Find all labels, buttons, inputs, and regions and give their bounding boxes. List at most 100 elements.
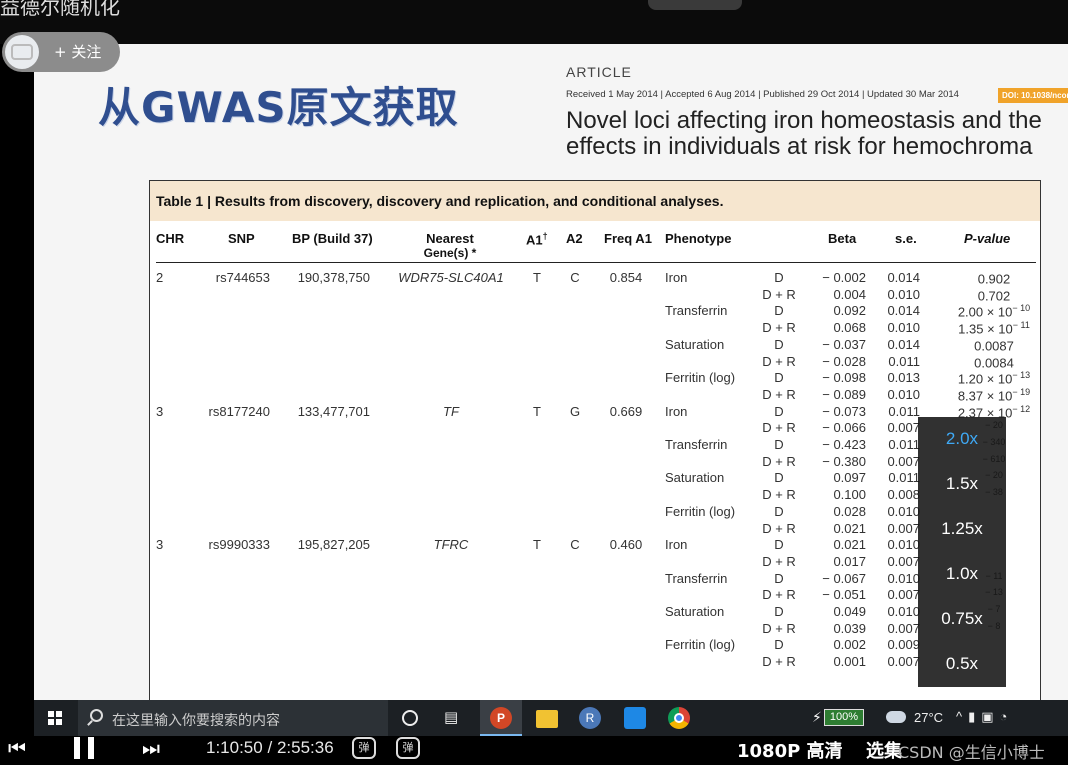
cell-phenotype: Saturation	[665, 470, 725, 486]
episode-selector[interactable]: 选集	[866, 737, 902, 763]
pvalue-mantissa: 0.0087	[974, 338, 1014, 354]
pvalue-mantissa: 0.0084	[974, 354, 1014, 370]
pvalue-exponent: − 12	[1012, 403, 1031, 414]
file-explorer-icon[interactable]	[536, 710, 558, 728]
header-snp: SNP	[228, 231, 255, 246]
pvalue-mantissa: 2.00 × 10	[957, 304, 1013, 320]
photos-icon[interactable]	[624, 707, 646, 729]
cell-chr: 3	[156, 403, 164, 419]
next-episode-icon[interactable]: ⏭	[142, 738, 160, 761]
cell-a2: C	[570, 270, 580, 285]
slide: 从GWAS原文获取 ARTICLE Received 1 May 2014 | …	[34, 44, 1068, 700]
system-tray-icons[interactable]: ^▮▣◔	[956, 709, 1013, 725]
cell-beta: 0.017	[833, 553, 866, 569]
search-placeholder: 在这里输入你要搜索的内容	[112, 713, 280, 729]
article-dates: Received 1 May 2014 | Accepted 6 Aug 201…	[566, 89, 959, 100]
cell-beta: 0.097	[833, 470, 866, 486]
cell-beta: 0.002	[833, 637, 866, 653]
cell-beta: − 0.380	[822, 453, 866, 469]
header-pvalue: P-value	[964, 231, 1011, 246]
speed-option[interactable]: 0.75x	[918, 609, 1006, 629]
temperature[interactable]: 27°C	[914, 710, 943, 725]
uploader-pill[interactable]: + 关注	[2, 32, 120, 72]
header-gene: Nearest Gene(s) *	[400, 231, 500, 260]
cell-phenotype: Transferrin	[665, 303, 728, 319]
danmaku-toggle-icon[interactable]: 弹	[352, 737, 376, 759]
header-beta: Beta	[828, 231, 857, 246]
cell-se: 0.007	[887, 620, 920, 636]
cell-se: 0.007	[887, 520, 920, 536]
cell-se: 0.014	[887, 303, 920, 319]
cell-beta: − 0.028	[822, 353, 866, 369]
doi-badge: DOI: 10.1038/ncomms	[998, 88, 1068, 103]
follow-button[interactable]: + 关注	[54, 41, 101, 62]
cortana-icon[interactable]	[402, 710, 418, 726]
article-title-line: Novel loci affecting iron homeostasis an…	[566, 107, 1042, 134]
cell-bp: 195,827,205	[297, 537, 370, 553]
cell-beta: − 0.051	[822, 587, 866, 603]
time-separator: /	[267, 738, 273, 757]
cell-se: 0.010	[887, 503, 920, 519]
speed-option[interactable]: 1.5x	[918, 474, 1006, 494]
cell-se: 0.007	[887, 420, 920, 436]
r-app-icon[interactable]: R	[579, 707, 601, 729]
pvalue-mantissa: 8.37 × 10	[957, 388, 1013, 404]
cell-se: 0.014	[887, 336, 920, 352]
speed-option[interactable]: 2.0x	[918, 429, 1006, 449]
header-gene-line: Nearest	[426, 231, 474, 246]
header-a1: A1†	[526, 231, 548, 247]
powerpoint-icon[interactable]: P	[490, 707, 512, 729]
cell-se: 0.008	[887, 487, 920, 503]
tv-avatar-icon	[11, 44, 33, 60]
cell-beta: − 0.423	[822, 437, 866, 452]
cell-beta: 0.039	[833, 620, 866, 636]
speed-option[interactable]: 0.5x	[918, 654, 1006, 674]
cell-se: 0.010	[887, 320, 920, 336]
cell-beta: 0.021	[833, 520, 866, 536]
article-title-line: effects in individuals at risk for hemoc…	[566, 133, 1033, 160]
cell-gene: TFRC	[433, 537, 469, 553]
cell-bp: 190,378,750	[297, 270, 370, 285]
cell-pvalue: 8.37 × 10− 19	[938, 387, 1050, 403]
watermark: CSDN @生信小博士	[898, 743, 1045, 762]
top-handle[interactable]	[648, 0, 742, 10]
speed-option[interactable]: 1.0x	[918, 564, 1006, 584]
cell-se: 0.010	[887, 386, 920, 402]
cell-beta: − 0.073	[822, 403, 866, 419]
taskbar-search-box[interactable]: 在这里输入你要搜索的内容	[78, 700, 388, 736]
cell-bp: 133,477,701	[297, 403, 370, 419]
total-time: 2:55:36	[276, 738, 334, 757]
playback-speed-menu: 2.0x 1.5x 1.25x 1.0x 0.75x 0.5x	[918, 417, 1006, 687]
cell-freq: 0.460	[609, 537, 643, 553]
speed-option[interactable]: 1.25x	[918, 519, 1006, 539]
table-caption: Table 1 | Results from discovery, discov…	[156, 193, 724, 209]
task-view-icon[interactable]: ▤	[444, 708, 466, 730]
windows-start-icon[interactable]	[48, 711, 62, 725]
windows-taskbar: 在这里输入你要搜索的内容 ▤ P R ⚡ 100% 27°C ^▮▣◔	[34, 700, 1068, 736]
cell-freq: 0.669	[609, 403, 643, 419]
cell-se: 0.011	[888, 353, 920, 369]
article-label: ARTICLE	[566, 64, 632, 80]
previous-episode-icon[interactable]: ⏮	[8, 738, 26, 761]
cell-pvalue: 0.702	[938, 287, 1050, 303]
pvalue-mantissa: 1.20 × 10	[957, 371, 1013, 387]
pvalue-mantissa: 0.902	[977, 271, 1011, 287]
header-divider	[156, 262, 1036, 263]
header-a2: A2	[566, 231, 583, 246]
results-table: Table 1 | Results from discovery, discov…	[149, 180, 1041, 700]
top-bar: 益德尔随机化	[0, 0, 1068, 44]
header-freq: Freq A1	[604, 231, 652, 246]
chrome-icon[interactable]	[668, 707, 690, 729]
plug-icon: ⚡	[812, 709, 822, 725]
header-gene-line: Gene(s) *	[423, 246, 477, 260]
cell-beta: 0.100	[833, 487, 866, 503]
header-phenotype: Phenotype	[665, 231, 732, 246]
pause-icon[interactable]	[72, 736, 100, 760]
avatar[interactable]	[5, 35, 39, 69]
cell-freq: 0.854	[609, 270, 643, 285]
video-player-bar: ⏮ ⏭ 1:10:50 / 2:55:36 弹 弹 1080P 高清 选集 CS…	[0, 736, 1068, 765]
danmaku-settings-icon[interactable]: 弹	[396, 737, 420, 759]
cell-beta: 0.004	[833, 286, 866, 302]
quality-selector[interactable]: 1080P 高清	[737, 737, 843, 763]
cloud-icon[interactable]	[886, 711, 906, 723]
